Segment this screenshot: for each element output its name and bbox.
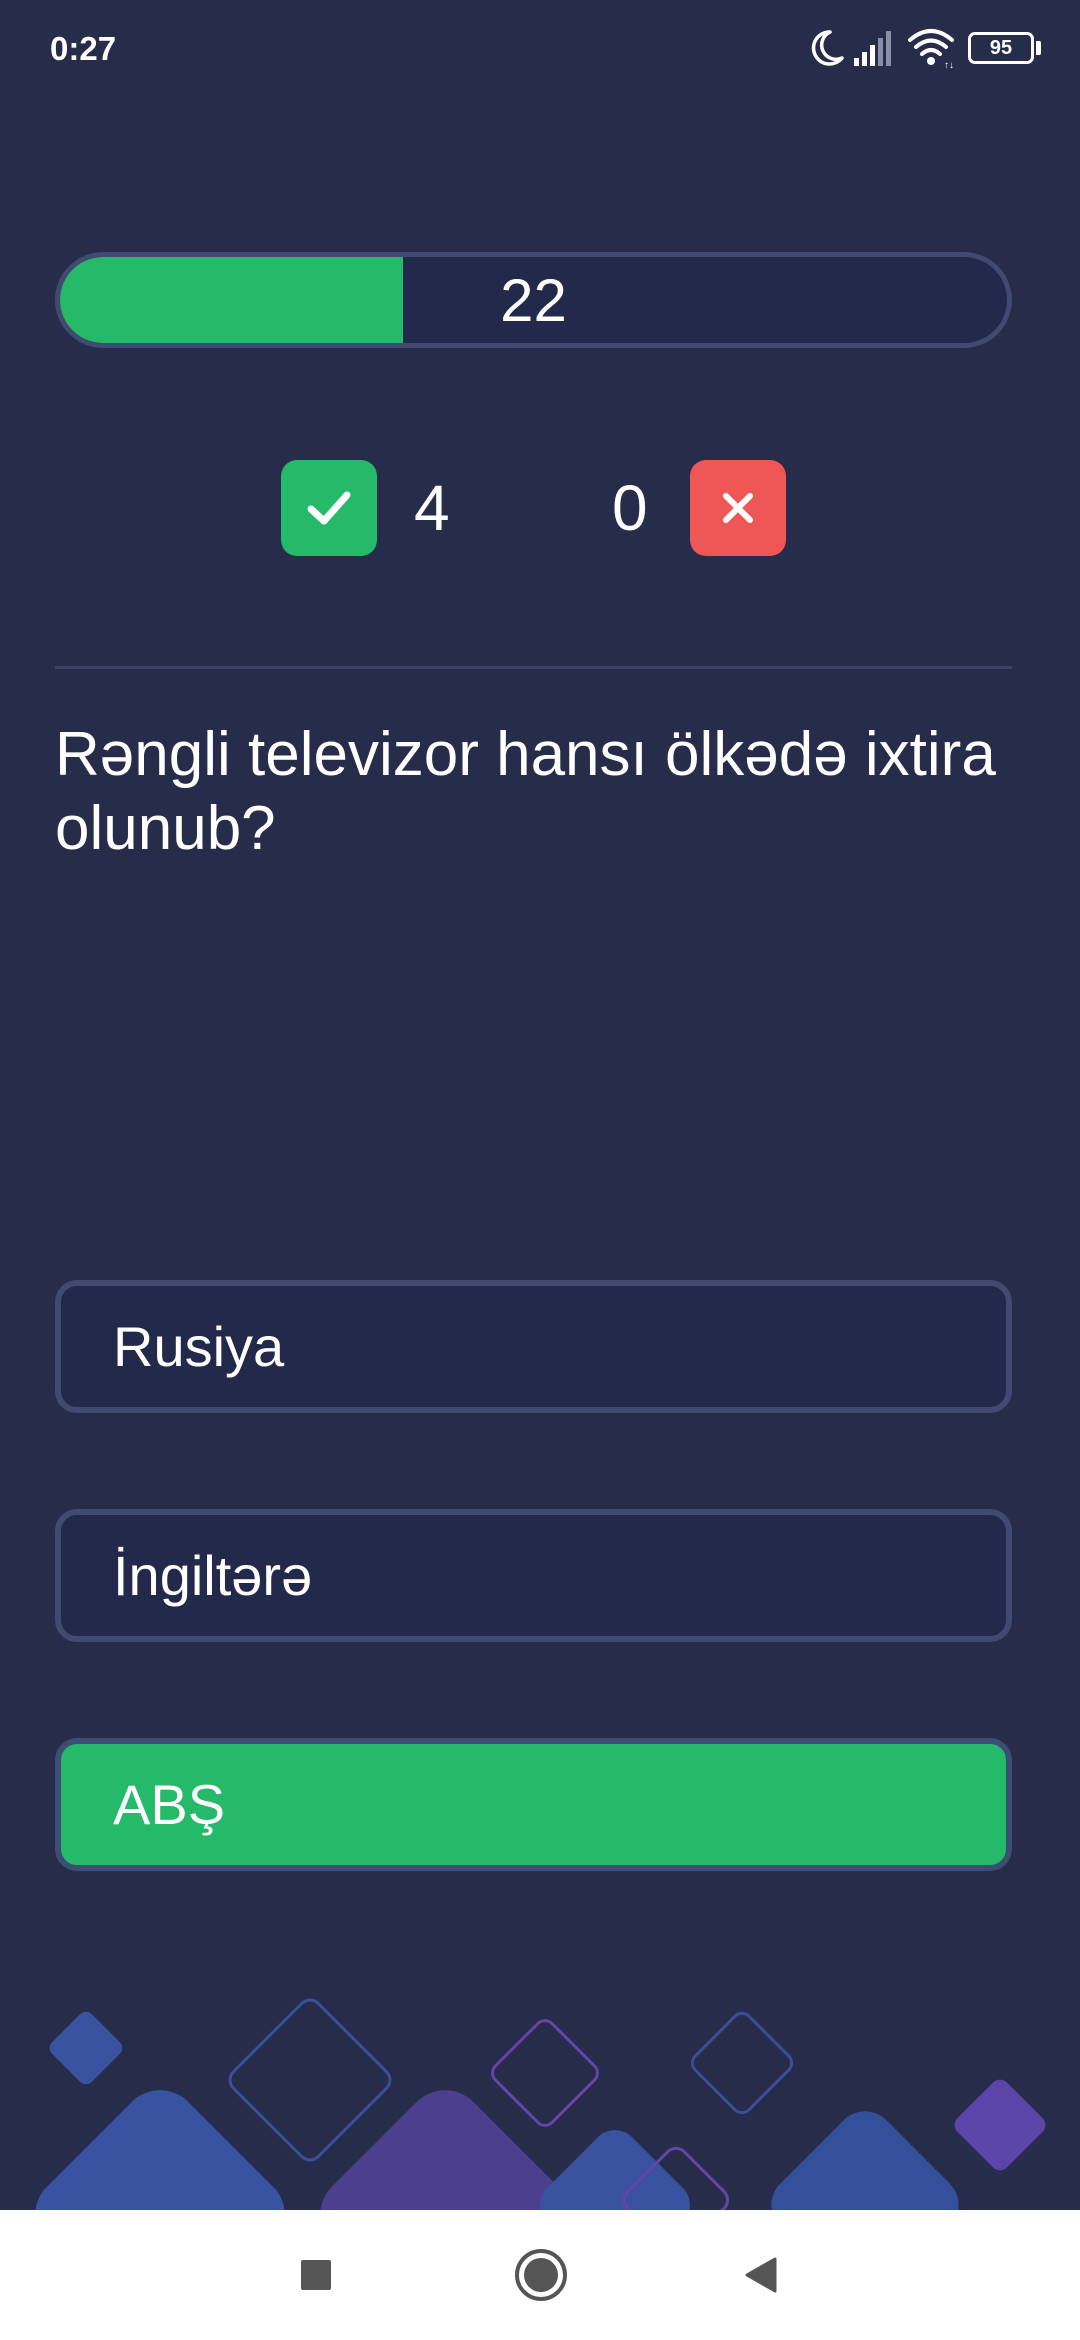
battery-tip xyxy=(1036,41,1041,55)
home-button[interactable] xyxy=(506,2240,576,2310)
moon-icon xyxy=(811,30,844,66)
back-triangle-icon xyxy=(745,2257,777,2293)
back-button[interactable] xyxy=(726,2240,796,2310)
status-time: 0:27 xyxy=(50,30,117,67)
wrong-count: 0 xyxy=(612,472,648,544)
correct-count: 4 xyxy=(414,472,450,544)
answer-option[interactable]: İngiltərə xyxy=(55,1509,1012,1642)
recents-square-icon xyxy=(301,2260,331,2290)
checkmark-icon xyxy=(307,491,351,525)
progress-bar: 22 xyxy=(55,252,1012,348)
svg-text:↑↓: ↑↓ xyxy=(944,60,954,70)
divider xyxy=(55,666,1012,669)
quiz-screen: 0:27 ↑↓ 95 22 4 0 Rəngli televizor hansı… xyxy=(0,0,1080,2340)
status-bar: 0:27 ↑↓ 95 xyxy=(0,0,1080,100)
progress-label: 22 xyxy=(500,266,567,334)
answer-label: İngiltərə xyxy=(113,1544,313,1607)
home-circle-icon xyxy=(515,2249,567,2301)
wrong-badge xyxy=(690,460,786,556)
signal-icon xyxy=(854,31,891,66)
answer-label: ABŞ xyxy=(113,1773,226,1836)
recents-button[interactable] xyxy=(281,2240,351,2310)
decorative-shapes xyxy=(35,1998,1046,2210)
wifi-icon: ↑↓ xyxy=(908,29,954,70)
battery-level: 95 xyxy=(989,36,1013,59)
question-text: Rəngli televizor hansı ölkədə ixtira olu… xyxy=(55,720,996,863)
answer-label: Rusiya xyxy=(113,1315,285,1378)
correct-badge xyxy=(281,460,377,556)
close-icon xyxy=(723,493,753,523)
battery-icon: 95 xyxy=(968,32,1034,64)
answer-option[interactable]: Rusiya xyxy=(55,1280,1012,1413)
answer-option-correct[interactable]: ABŞ xyxy=(55,1738,1012,1871)
navigation-bar xyxy=(0,2210,1080,2340)
